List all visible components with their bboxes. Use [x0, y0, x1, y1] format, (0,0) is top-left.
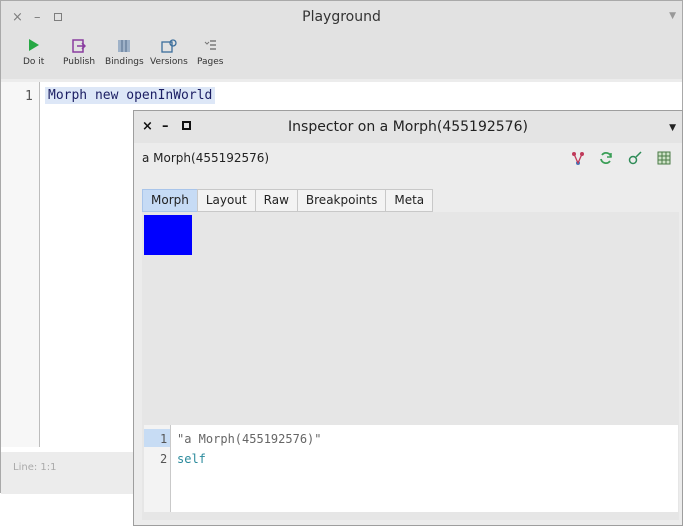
browse-icon[interactable] — [570, 151, 586, 167]
window-menu-icon[interactable]: ▼ — [669, 11, 676, 21]
window-title: Playground — [302, 9, 381, 25]
refresh-icon[interactable] — [598, 151, 614, 167]
versions-button[interactable]: Versions — [150, 39, 188, 67]
tab-breakpoints[interactable]: Breakpoints — [296, 189, 387, 212]
tab-layout[interactable]: Layout — [196, 189, 256, 212]
morph-preview-panel: 1 "a Morph(455192576)" 2 self — [142, 212, 679, 520]
line-number: 1 — [25, 89, 33, 104]
pages-label: Pages — [197, 57, 224, 67]
versions-icon — [150, 39, 188, 55]
window-title: Inspector on a Morph(455192576) — [288, 119, 528, 135]
pages-icon — [197, 39, 223, 55]
bindings-button[interactable]: Bindings — [105, 39, 144, 67]
evaluator-pane[interactable]: 1 "a Morph(455192576)" 2 self — [144, 425, 678, 512]
morph-preview — [144, 215, 192, 255]
pages-button[interactable]: Pages — [197, 39, 223, 67]
inspector-actions — [561, 151, 672, 168]
window-menu-icon[interactable]: ▼ — [669, 123, 676, 133]
publish-button[interactable]: Publish — [63, 39, 95, 67]
tab-raw[interactable]: Raw — [254, 189, 298, 212]
bindings-icon — [105, 39, 144, 55]
line-gutter — [1, 82, 40, 447]
evaluator-line[interactable]: self — [177, 452, 206, 466]
inspected-object-label: a Morph(455192576) — [142, 151, 270, 165]
toolbar: Do it Publish Bindings Versions Pages — [1, 33, 682, 79]
evaluator-line-number: 2 — [160, 452, 168, 466]
cursor-position: Line: 1:1 — [13, 462, 57, 473]
publish-icon — [63, 39, 95, 55]
code-line[interactable]: Morph new openInWorld — [45, 87, 216, 104]
evaluator-line[interactable]: "a Morph(455192576)" — [177, 432, 322, 446]
table-icon[interactable] — [656, 151, 672, 167]
inspector-titlebar[interactable]: × – Inspector on a Morph(455192576) ▼ — [134, 111, 682, 143]
inspect-icon[interactable] — [627, 151, 643, 167]
do-it-label: Do it — [23, 57, 45, 67]
inspector-tabs: Morph Layout Raw Breakpoints Meta — [142, 189, 434, 212]
tab-morph[interactable]: Morph — [142, 189, 198, 212]
tab-meta[interactable]: Meta — [385, 189, 434, 212]
playground-titlebar[interactable]: × – Playground ▼ — [1, 1, 682, 33]
publish-label: Publish — [63, 57, 96, 67]
bindings-label: Bindings — [105, 57, 144, 67]
evaluator-line-number: 1 — [160, 432, 168, 446]
inspector-window: × – Inspector on a Morph(455192576) ▼ a … — [133, 110, 683, 526]
do-it-button[interactable]: Do it — [23, 39, 44, 67]
play-icon — [23, 39, 44, 55]
versions-label: Versions — [150, 57, 188, 67]
